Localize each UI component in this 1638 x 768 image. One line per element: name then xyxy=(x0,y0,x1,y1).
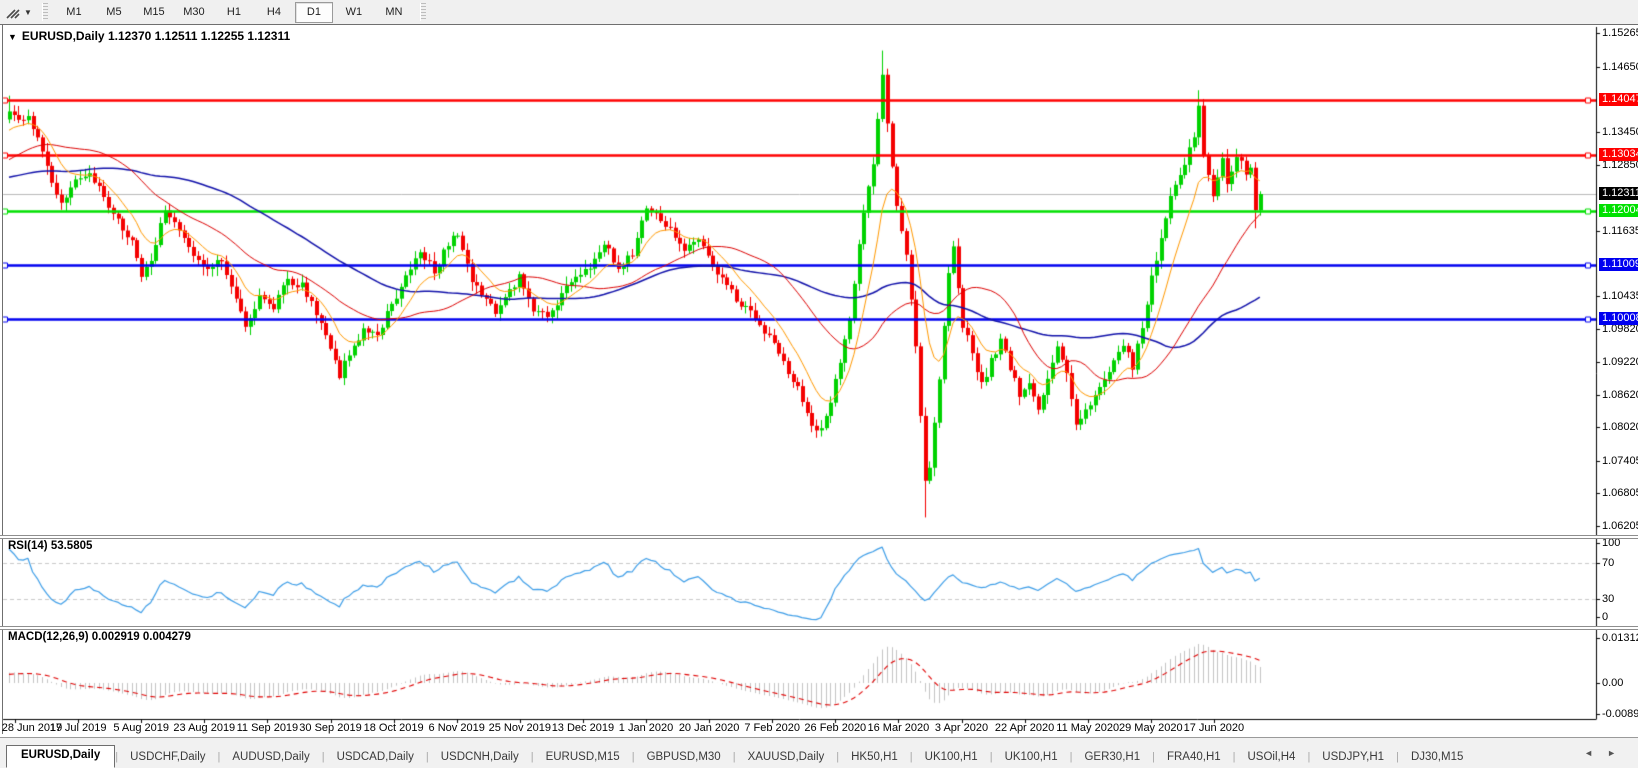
timeframe-buttons: M1 M5 M15 M30 H1 H4 D1 W1 MN xyxy=(54,1,414,23)
chart-tab-xauusd-daily[interactable]: XAUUSD,Daily xyxy=(736,748,837,768)
tab-scroll-right-icon[interactable]: ► xyxy=(1607,748,1630,758)
timeframe-button-m5[interactable]: M5 xyxy=(95,2,133,23)
tab-scroll-arrows: ◄► xyxy=(1584,748,1630,758)
chart-tab-uk100-h1[interactable]: UK100,H1 xyxy=(913,748,990,768)
price-axis-tick: 1.14650 xyxy=(1602,60,1638,73)
date-axis-label: 17 Jun 2020 xyxy=(1183,722,1245,734)
macd-axis-label: -0.008933 xyxy=(1602,708,1638,720)
price-axis-tick: 1.08020 xyxy=(1602,421,1638,434)
price-axis-tick: 1.11635 xyxy=(1602,224,1638,237)
chart-tab-eurusd-daily[interactable]: EURUSD,Daily xyxy=(6,745,116,768)
current-price-label: 1.12311 xyxy=(1599,187,1638,200)
chart-title-text: EURUSD,Daily 1.12370 1.12511 1.12255 1.1… xyxy=(21,29,291,43)
toolbar-grip[interactable] xyxy=(41,3,48,21)
chart-tab-dj30-m15[interactable]: DJ30,M15 xyxy=(1399,748,1475,768)
chart-title: ▼ EURUSD,Daily 1.12370 1.12511 1.12255 1.… xyxy=(8,29,290,43)
price-level-label: 1.13034 xyxy=(1599,147,1638,161)
chart-tab-uk100-h1[interactable]: UK100,H1 xyxy=(993,748,1070,768)
price-level-label: 1.14047 xyxy=(1599,92,1638,106)
tab-scroll-left-icon[interactable]: ◄ xyxy=(1584,748,1607,758)
macd-indicator-label: MACD(12,26,9) 0.002919 0.004279 xyxy=(8,631,191,643)
chart-window: ▼ EURUSD,Daily 1.12370 1.12511 1.12255 1.… xyxy=(0,24,1638,735)
chart-tab-usdchf-daily[interactable]: USDCHF,Daily xyxy=(118,748,217,768)
timeframe-button-h1[interactable]: H1 xyxy=(215,2,253,23)
price-level-label: 1.11009 xyxy=(1599,257,1638,271)
rsi-axis-label: 30 xyxy=(1602,593,1615,605)
chart-cursor-icon[interactable] xyxy=(3,3,23,21)
chart-tab-usdcnh-daily[interactable]: USDCNH,Daily xyxy=(429,748,531,768)
price-axis-tick: 1.06805 xyxy=(1602,487,1638,500)
mt4-terminal: ▼ M1 M5 M15 M30 H1 H4 D1 W1 MN ▼ EURUSD,Daily 1.1… xyxy=(0,0,1638,768)
chart-tab-usdcad-daily[interactable]: USDCAD,Daily xyxy=(325,748,426,768)
rsi-axis-label: 0 xyxy=(1602,611,1609,623)
chart-tab-eurusd-m15[interactable]: EURUSD,M15 xyxy=(534,748,632,768)
chart-collapse-icon[interactable]: ▼ xyxy=(8,32,17,42)
chart-tab-gbpusd-m30[interactable]: GBPUSD,M30 xyxy=(635,748,733,768)
price-axis-tick: 1.07405 xyxy=(1602,454,1638,467)
price-axis-tick: 1.08620 xyxy=(1602,388,1638,401)
timeframe-button-m30[interactable]: M30 xyxy=(175,2,213,23)
timeframe-button-w1[interactable]: W1 xyxy=(335,2,373,23)
timeframe-button-d1[interactable]: D1 xyxy=(294,1,333,23)
chart-tabs: EURUSD,Daily | USDCHF,Daily | AUDUSD,Daily | U… xyxy=(0,745,1475,768)
rsi-axis-label: 70 xyxy=(1602,557,1615,569)
chart-tab-fra40-h1[interactable]: FRA40,H1 xyxy=(1155,748,1233,768)
timeframe-button-m1[interactable]: M1 xyxy=(55,2,93,23)
timeframe-button-m15[interactable]: M15 xyxy=(135,2,173,23)
macd-axis-label: 0.013121 xyxy=(1602,632,1638,644)
price-axis-tick: 1.15265 xyxy=(1602,27,1638,40)
price-axis-tick: 1.09820 xyxy=(1602,323,1638,336)
chart-tab-audusd-daily[interactable]: AUDUSD,Daily xyxy=(220,748,321,768)
price-axis-tick: 1.06205 xyxy=(1602,519,1638,532)
chart-tab-hk50-h1[interactable]: HK50,H1 xyxy=(839,748,910,768)
timeframe-button-h4[interactable]: H4 xyxy=(255,2,293,23)
macd-axis-label: 0.00 xyxy=(1602,677,1624,689)
panel-separator-rsi[interactable] xyxy=(0,535,1638,539)
timeframe-button-mn[interactable]: MN xyxy=(375,2,413,23)
panel-separator-macd[interactable] xyxy=(0,626,1638,630)
toolbar-grip-2[interactable] xyxy=(419,3,426,21)
chart-tab-bar: EURUSD,Daily | USDCHF,Daily | AUDUSD,Daily | U… xyxy=(0,737,1638,768)
price-level-label: 1.12004 xyxy=(1599,203,1638,217)
price-axis-tick: 1.09220 xyxy=(1602,355,1638,368)
price-axis-tick: 1.10435 xyxy=(1602,289,1638,302)
chart-tab-usdjpy-h1[interactable]: USDJPY,H1 xyxy=(1310,748,1396,768)
chart-tab-usoil-h4[interactable]: USOil,H4 xyxy=(1236,748,1308,768)
timeframe-toolbar: ▼ M1 M5 M15 M30 H1 H4 D1 W1 MN xyxy=(0,0,1638,25)
chart-tab-ger30-h1[interactable]: GER30,H1 xyxy=(1072,748,1152,768)
price-axis-tick: 1.13450 xyxy=(1602,126,1638,139)
toolbar-dropdown-caret-icon[interactable]: ▼ xyxy=(24,8,32,17)
rsi-indicator-label: RSI(14) 53.5805 xyxy=(8,540,93,552)
price-level-label: 1.10008 xyxy=(1599,312,1638,326)
